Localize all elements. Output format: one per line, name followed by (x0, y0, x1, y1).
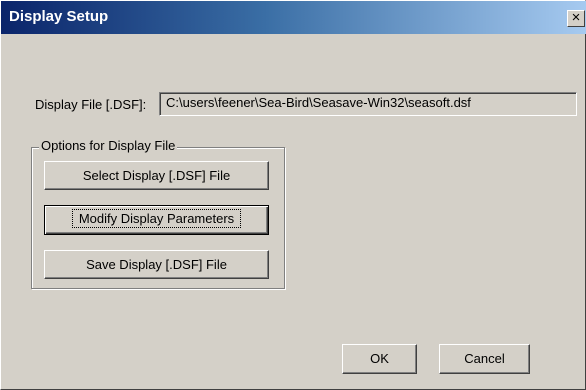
ok-button-label: OK (370, 351, 389, 366)
modify-display-parameters-label: Modify Display Parameters (71, 209, 242, 228)
ok-button[interactable]: OK (342, 344, 417, 374)
save-display-file-label: Save Display [.DSF] File (86, 257, 227, 272)
close-icon: × (571, 9, 581, 26)
window-title: Display Setup (9, 8, 109, 25)
options-groupbox-legend: Options for Display File (39, 138, 178, 153)
title-bar[interactable]: Display Setup × (1, 1, 586, 34)
select-display-file-button[interactable]: Select Display [.DSF] File (44, 161, 269, 190)
cancel-button-label: Cancel (464, 351, 505, 366)
display-file-path-field[interactable]: C:\users\feener\Sea-Bird\Seasave-Win32\s… (159, 92, 577, 116)
select-display-file-label: Select Display [.DSF] File (82, 168, 231, 183)
modify-display-parameters-button[interactable]: Modify Display Parameters (44, 205, 269, 235)
save-display-file-button[interactable]: Save Display [.DSF] File (44, 250, 269, 279)
cancel-button[interactable]: Cancel (439, 344, 530, 374)
display-setup-dialog: Display Setup × Display File [.DSF]: C:\… (0, 0, 586, 390)
close-button[interactable]: × (567, 10, 585, 27)
display-file-label: Display File [.DSF]: (35, 97, 147, 112)
